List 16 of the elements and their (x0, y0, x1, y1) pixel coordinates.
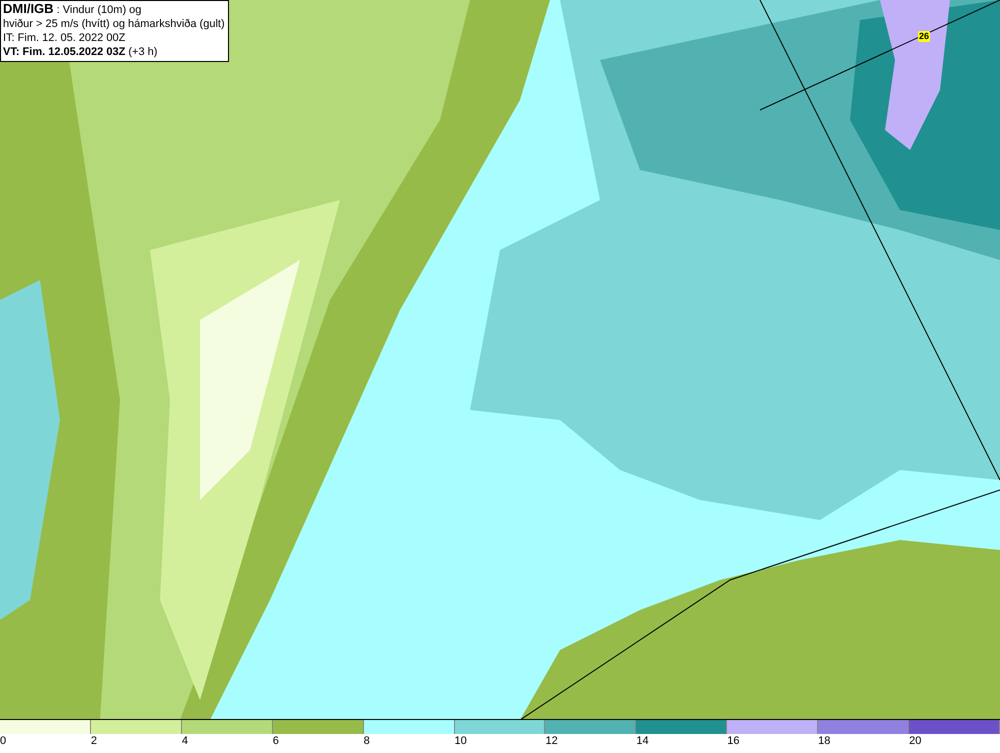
legend-label: 4 (182, 735, 188, 748)
issue-time: IT: Fim. 12. 05. 2022 00Z (3, 31, 126, 45)
info-title: DMI/IGB : Vindur (10m) og (3, 2, 142, 17)
gust-marker: 26 (918, 31, 930, 42)
legend-label: 12 (545, 735, 558, 748)
valid-time: VT: Fim. 12.05.2022 03Z (+3 h) (3, 45, 158, 59)
legend-label: 14 (636, 735, 649, 748)
info-description: hviður > 25 m/s (hvítt) og hámarkshviða (gult) (3, 17, 225, 31)
legend-label: 10 (454, 735, 467, 748)
legend-label: 2 (90, 735, 98, 748)
legend-label: 0 (0, 735, 6, 748)
legend-label: 6 (272, 735, 279, 748)
legend-label: 16 (727, 735, 740, 748)
legend-label: 18 (818, 735, 830, 748)
legend-label: 8 (364, 735, 370, 748)
legend-label: 20 (909, 735, 922, 748)
